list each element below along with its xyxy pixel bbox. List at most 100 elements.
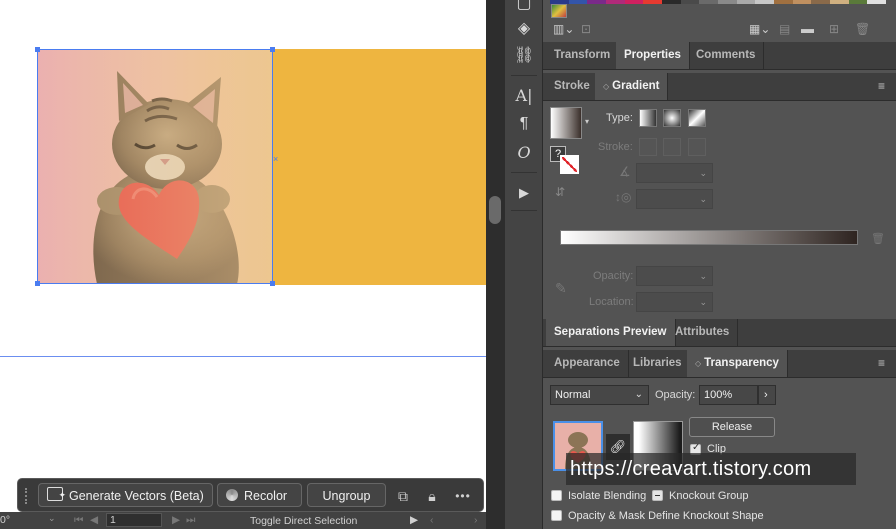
paragraph-icon[interactable]: ¶: [514, 114, 534, 134]
color-swatch[interactable]: [662, 0, 681, 4]
color-swatch[interactable]: [830, 0, 849, 4]
tab-stroke[interactable]: Stroke: [546, 73, 599, 100]
artboard-canvas[interactable]: × ✦ Generate Vectors (Beta) Recolor Ungro…: [0, 0, 486, 529]
tab-properties[interactable]: Properties: [616, 42, 690, 69]
handle-top-left[interactable]: [35, 47, 40, 52]
color-swatch[interactable]: [811, 0, 831, 4]
tab-gradient[interactable]: ◇ Gradient: [595, 73, 669, 100]
transparency-panel-menu-icon[interactable]: ≡: [878, 357, 890, 369]
place-swatch-icon[interactable]: ⊡: [581, 22, 591, 36]
color-swatch[interactable]: [624, 0, 644, 4]
canvas-scrollbar[interactable]: [486, 0, 505, 529]
tab-transform[interactable]: Transform: [546, 42, 620, 69]
ungroup-button[interactable]: Ungroup: [307, 483, 386, 507]
radial-gradient-button[interactable]: [663, 109, 681, 127]
reverse-gradient-icon[interactable]: ⇵: [555, 185, 565, 199]
color-swatch[interactable]: [587, 0, 607, 4]
swatch-libraries-icon[interactable]: ▥⌄: [553, 22, 574, 36]
separations-tab-bar: Separations Preview Attributes: [543, 319, 896, 347]
more-options-icon[interactable]: •••: [454, 487, 472, 505]
transparency-tab-bar: Appearance Libraries ◇ Transparency ≡: [543, 350, 896, 378]
gradient-panel-menu-icon[interactable]: ≡: [878, 80, 890, 92]
scrollbar-thumb[interactable]: [489, 196, 501, 224]
color-swatch[interactable]: [792, 0, 812, 4]
delete-stop-icon[interactable]: 🗑︎: [871, 232, 885, 245]
prev-artboard-icon[interactable]: ◀︎: [90, 514, 98, 526]
handle-bottom-right[interactable]: [270, 281, 275, 286]
actions-icon[interactable]: ▶: [514, 183, 534, 203]
new-color-group-icon[interactable]: ▬: [801, 21, 814, 36]
lock-icon[interactable]: 🔒︎: [423, 487, 441, 505]
color-swatch[interactable]: [755, 0, 775, 4]
eyedropper-icon[interactable]: ✎: [555, 280, 567, 297]
gradient-slider[interactable]: [560, 230, 858, 245]
color-swatch[interactable]: [736, 0, 756, 4]
color-swatch[interactable]: [643, 0, 663, 4]
contextual-task-bar: ✦ Generate Vectors (Beta) Recolor Ungroup…: [17, 478, 484, 512]
color-swatch[interactable]: [774, 0, 793, 4]
color-swatch[interactable]: [606, 0, 625, 4]
show-swatch-kinds-icon[interactable]: ▦⌄: [749, 22, 770, 36]
freeform-gradient-button[interactable]: [688, 109, 706, 127]
opacity-field[interactable]: 100%: [699, 385, 758, 405]
color-swatch[interactable]: [680, 0, 700, 4]
links-icon[interactable]: ⛓︎: [514, 46, 534, 66]
scroll-left-icon[interactable]: ‹: [430, 514, 434, 526]
tab-transparency[interactable]: ◇ Transparency: [687, 350, 788, 377]
scroll-right-icon[interactable]: ›: [474, 514, 478, 526]
gradient-opacity-field[interactable]: ⌄: [636, 266, 713, 286]
opacity-mask-knockout-checkbox[interactable]: [551, 510, 562, 521]
swatch-row[interactable]: [550, 0, 887, 4]
gradient-swatch-dropdown-icon[interactable]: ▾: [585, 117, 589, 126]
tab-appearance[interactable]: Appearance: [546, 350, 629, 377]
location-field[interactable]: ⌄: [636, 292, 713, 312]
color-swatch[interactable]: [718, 0, 737, 4]
angle-field[interactable]: ⌄: [636, 163, 713, 183]
first-artboard-icon[interactable]: ⏮︎: [74, 514, 83, 527]
last-artboard-icon[interactable]: ⏭︎: [186, 514, 195, 527]
swatch-options-icon[interactable]: ▤: [779, 22, 790, 36]
next-artboard-icon[interactable]: ▶︎: [172, 514, 180, 526]
color-swatch[interactable]: [568, 0, 588, 4]
tab-attributes[interactable]: Attributes: [667, 319, 739, 346]
color-swatch[interactable]: [867, 0, 887, 4]
orange-rectangle[interactable]: [273, 49, 486, 285]
stroke-across-button[interactable]: [688, 138, 706, 156]
gradient-swatch[interactable]: [550, 107, 582, 139]
rotation-dropdown-icon[interactable]: ⌄: [48, 513, 56, 524]
selection-bounding-box[interactable]: [37, 49, 273, 284]
linear-gradient-button[interactable]: [639, 109, 657, 127]
arrange-icon[interactable]: ⧉: [394, 487, 412, 505]
artboard-number-field[interactable]: 1: [106, 513, 162, 527]
color-swatch[interactable]: [848, 0, 868, 4]
character-icon[interactable]: A|: [514, 86, 534, 106]
tab-comments[interactable]: Comments: [688, 42, 765, 69]
layers-icon[interactable]: ◈: [514, 19, 534, 39]
stroke-none-icon[interactable]: [560, 155, 579, 174]
drag-grip-icon[interactable]: [25, 488, 30, 504]
recolor-button[interactable]: Recolor: [217, 483, 302, 507]
color-swatch[interactable]: [699, 0, 719, 4]
aspect-ratio-field[interactable]: ⌄: [636, 189, 713, 209]
knockout-group-checkbox[interactable]: [652, 490, 663, 501]
stroke-along-button[interactable]: [663, 138, 681, 156]
handle-bottom-left[interactable]: [35, 281, 40, 286]
isolate-blending-checkbox[interactable]: [551, 490, 562, 501]
new-swatch-icon[interactable]: ⊞: [829, 22, 839, 36]
tab-collapse-icon: ◇: [695, 359, 702, 368]
status-menu-icon[interactable]: ▶︎: [410, 514, 418, 526]
stroke-within-button[interactable]: [639, 138, 657, 156]
rotation-value[interactable]: 0°: [0, 514, 10, 526]
generate-vectors-icon: ✦: [47, 487, 66, 501]
swatch-pattern[interactable]: [551, 4, 567, 18]
opacity-slider-button[interactable]: ›: [758, 385, 776, 405]
artboards-icon[interactable]: ▢: [514, 0, 534, 14]
tab-libraries[interactable]: Libraries: [625, 350, 691, 377]
blend-mode-select[interactable]: Normal ⌄: [550, 385, 649, 405]
tab-separations-preview[interactable]: Separations Preview: [546, 319, 676, 346]
generate-vectors-button[interactable]: ✦ Generate Vectors (Beta): [38, 483, 213, 507]
opentype-icon[interactable]: O: [514, 143, 534, 163]
delete-swatch-icon[interactable]: 🗑︎: [855, 22, 870, 36]
release-button[interactable]: Release: [689, 417, 775, 437]
handle-top-right[interactable]: [270, 47, 275, 52]
